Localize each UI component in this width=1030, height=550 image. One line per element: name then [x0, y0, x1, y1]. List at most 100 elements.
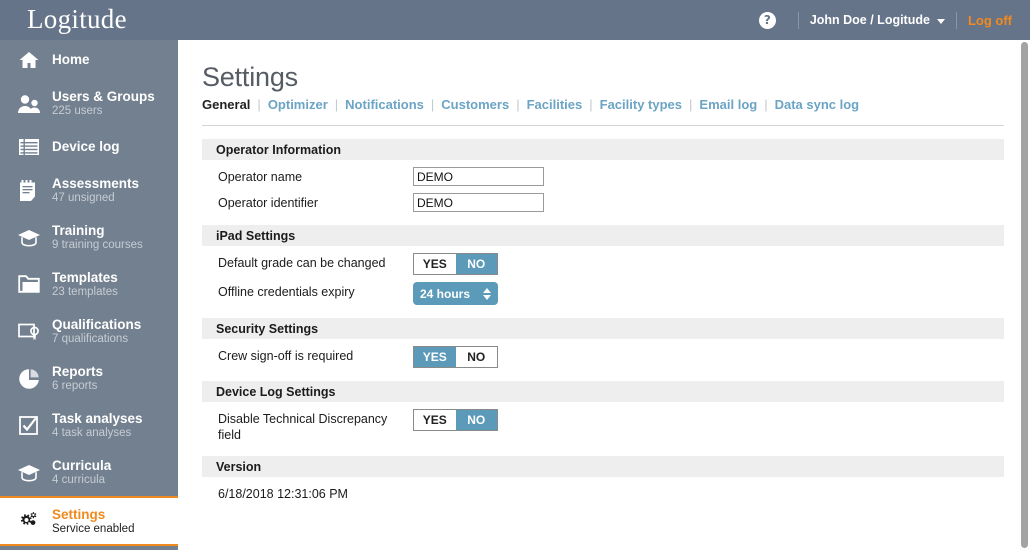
- sidebar-item-sublabel: 9 training courses: [52, 239, 143, 252]
- settings-icon: [14, 507, 44, 535]
- tab-notifications[interactable]: Notifications: [345, 97, 424, 112]
- device-log-icon: [14, 133, 44, 161]
- sidebar-item-task-analyses[interactable]: Task analyses 4 task analyses: [0, 402, 178, 449]
- row-disable-technical-discrepancy: Disable Technical Discrepancy field YES …: [202, 402, 1004, 443]
- sidebar-item-training[interactable]: Training 9 training courses: [0, 214, 178, 261]
- version-value: 6/18/2018 12:31:06 PM: [218, 487, 348, 502]
- training-icon: [14, 224, 44, 252]
- toggle-option-yes[interactable]: YES: [414, 347, 456, 367]
- default-grade-toggle[interactable]: YES NO: [413, 253, 498, 275]
- offline-credentials-expiry-select[interactable]: 24 hours: [413, 282, 498, 305]
- operator-identifier-input[interactable]: [413, 193, 544, 212]
- main-content: Settings General | Optimizer | Notificat…: [178, 40, 1030, 550]
- tab-separator: |: [334, 97, 339, 112]
- sidebar-item-templates[interactable]: Templates 23 templates: [0, 261, 178, 308]
- sidebar-item-settings[interactable]: Settings Service enabled: [0, 496, 178, 546]
- reports-icon: [14, 365, 44, 393]
- sidebar-item-sublabel: 4 curricula: [52, 474, 106, 487]
- sidebar-item-label: Qualifications: [52, 317, 142, 332]
- tab-separator: |: [516, 97, 520, 112]
- sidebar-item-label: Home: [52, 52, 90, 68]
- section-heading: iPad Settings: [202, 225, 1004, 246]
- sidebar-item-curricula[interactable]: Curricula 4 curricula: [0, 449, 178, 496]
- app-root: Logitude ? John Doe / Logitude Log off H…: [0, 0, 1030, 550]
- assessments-icon: [14, 177, 44, 205]
- section-heading: Device Log Settings: [202, 381, 1004, 402]
- crew-signoff-toggle[interactable]: YES NO: [413, 346, 498, 368]
- sidebar-item-sublabel: Service enabled: [52, 522, 135, 535]
- user-menu-label: John Doe / Logitude: [809, 13, 930, 27]
- sidebar-item-sublabel: 6 reports: [52, 380, 98, 393]
- select-value: 24 hours: [420, 286, 471, 301]
- row-operator-identifier: Operator identifier: [202, 186, 1004, 212]
- users-icon: [14, 90, 44, 118]
- row-operator-name: Operator name: [202, 160, 1004, 186]
- tab-facilities[interactable]: Facilities: [527, 97, 583, 112]
- tab-separator: |: [257, 97, 261, 112]
- tab-optimizer[interactable]: Optimizer: [268, 97, 328, 112]
- sidebar-item-label: Task analyses: [52, 411, 143, 426]
- task-analyses-icon: [14, 412, 44, 440]
- tab-general[interactable]: General: [202, 97, 250, 112]
- sidebar-item-reports[interactable]: Reports 6 reports: [0, 355, 178, 402]
- section-heading: Security Settings: [202, 318, 1004, 339]
- sidebar-item-label: Curricula: [52, 458, 112, 473]
- sidebar-item-qualifications[interactable]: Qualifications 7 qualifications: [0, 308, 178, 355]
- user-menu[interactable]: John Doe / Logitude: [810, 13, 945, 27]
- tab-separator: |: [430, 97, 435, 112]
- toggle-option-no[interactable]: NO: [455, 410, 497, 430]
- toggle-option-no[interactable]: NO: [455, 347, 497, 367]
- sidebar-item-sublabel: 4 task analyses: [52, 427, 132, 440]
- tab-separator: |: [589, 97, 593, 112]
- field-label: Crew sign-off is required: [218, 349, 354, 363]
- top-bar-right: ? John Doe / Logitude Log off: [758, 0, 1030, 40]
- tab-customers[interactable]: Customers: [441, 97, 509, 112]
- section-security-settings: Security Settings Crew sign-off is requi…: [202, 318, 1004, 368]
- operator-name-input[interactable]: [413, 167, 544, 186]
- sidebar-item-home[interactable]: Home: [0, 40, 178, 80]
- sidebar-item-users-groups[interactable]: Users & Groups 225 users: [0, 80, 178, 127]
- tab-bar: General | Optimizer | Notifications | Cu…: [202, 97, 1030, 112]
- tab-data-sync-log[interactable]: Data sync log: [775, 97, 860, 112]
- help-icon[interactable]: ?: [758, 11, 776, 29]
- templates-icon: [14, 271, 44, 299]
- toggle-option-yes[interactable]: YES: [414, 410, 456, 430]
- section-operator-information: Operator Information Operator name Opera…: [202, 139, 1004, 212]
- section-heading: Operator Information: [202, 139, 1004, 160]
- field-label: Disable Technical Discrepancy field: [218, 412, 388, 442]
- field-label: Operator name: [218, 170, 303, 184]
- top-bar: Logitude ? John Doe / Logitude Log off: [0, 0, 1030, 40]
- section-device-log-settings: Device Log Settings Disable Technical Di…: [202, 381, 1004, 443]
- spinner-arrows-icon: [483, 287, 491, 300]
- sidebar-item-assessments[interactable]: Assessments 47 unsigned: [0, 167, 178, 214]
- tab-separator: |: [689, 97, 693, 112]
- sidebar-item-label: Users & Groups: [52, 89, 155, 104]
- sidebar-item-label: Training: [52, 223, 105, 238]
- section-version: Version 6/18/2018 12:31:06 PM: [202, 456, 1004, 501]
- sidebar-item-label: Device log: [52, 139, 120, 155]
- sidebar-item-device-log[interactable]: Device log: [0, 127, 178, 167]
- app-logo[interactable]: Logitude: [0, 5, 127, 33]
- chevron-down-icon: [936, 18, 945, 24]
- row-default-grade: Default grade can be changed YES NO: [202, 246, 1004, 275]
- sidebar-item-sublabel: 225 users: [52, 105, 103, 118]
- sidebar-item-label: Reports: [52, 364, 104, 379]
- toggle-option-yes[interactable]: YES: [414, 254, 456, 274]
- log-off-link[interactable]: Log off: [968, 13, 1012, 28]
- sidebar-item-label: Settings: [52, 506, 106, 522]
- tab-facility-types[interactable]: Facility types: [600, 97, 682, 112]
- tab-separator: |: [764, 97, 768, 112]
- toggle-option-no[interactable]: NO: [455, 254, 497, 274]
- sidebar: Home Users & Groups 225 users Device log…: [0, 40, 178, 550]
- curricula-icon: [14, 459, 44, 487]
- sidebar-item-sublabel: 47 unsigned: [52, 192, 115, 205]
- divider: [797, 11, 799, 29]
- field-label: Offline credentials expiry: [218, 285, 355, 299]
- technical-discrepancy-toggle[interactable]: YES NO: [413, 409, 498, 431]
- sidebar-item-sublabel: 23 templates: [52, 286, 118, 299]
- section-heading: Version: [202, 456, 1004, 478]
- divider: [202, 125, 1004, 126]
- scrollbar-thumb[interactable]: [1021, 42, 1028, 548]
- tab-email-log[interactable]: Email log: [699, 97, 757, 112]
- sidebar-item-label: Templates: [52, 270, 118, 285]
